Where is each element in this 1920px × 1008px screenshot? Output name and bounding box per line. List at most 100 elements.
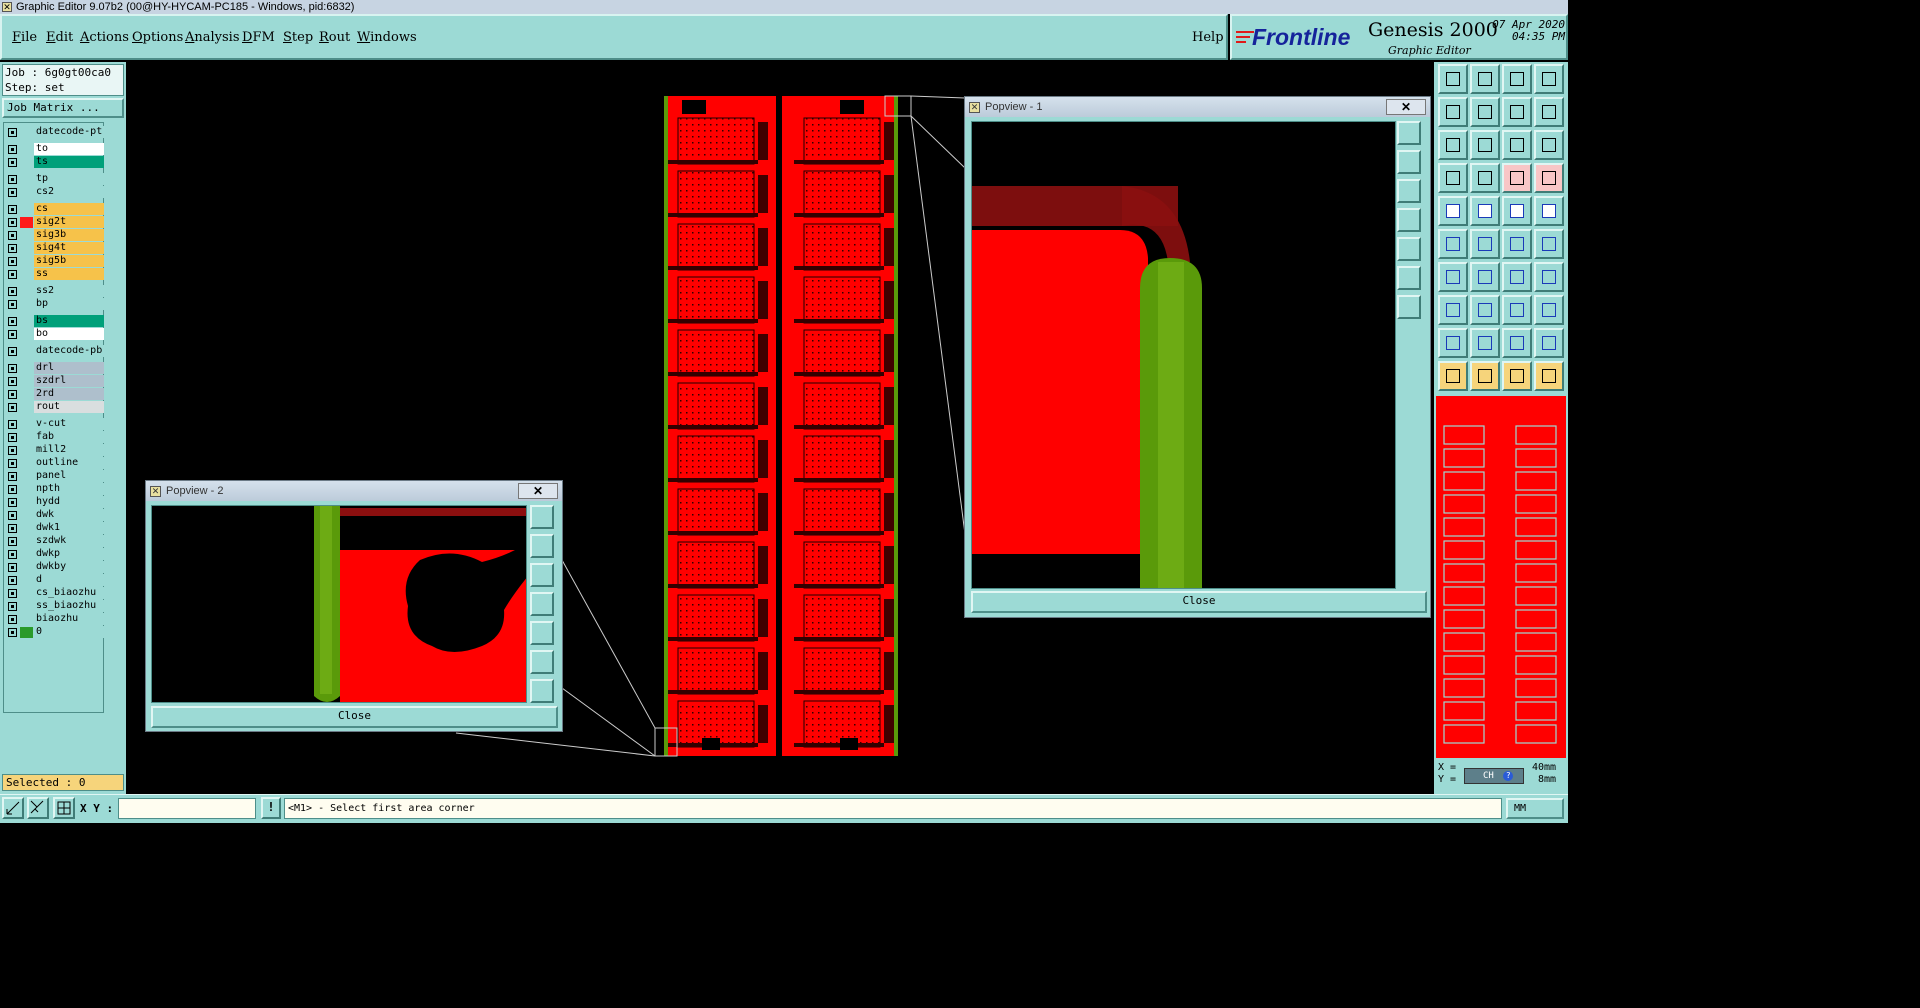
layer-color-swatch[interactable] bbox=[20, 230, 33, 241]
popview-1-close-button[interactable]: Close bbox=[971, 591, 1427, 613]
menu-edit[interactable]: Edit bbox=[46, 30, 73, 45]
layer-color-swatch[interactable] bbox=[20, 614, 33, 625]
help-book-button[interactable] bbox=[1534, 130, 1564, 160]
layer-row[interactable]: 0 bbox=[4, 626, 105, 639]
layer-row[interactable]: dwk bbox=[4, 509, 105, 522]
layer-checkbox[interactable] bbox=[8, 377, 17, 386]
layer-name[interactable]: ts bbox=[34, 156, 104, 168]
fit-button[interactable] bbox=[1438, 130, 1468, 160]
layer-color-swatch[interactable] bbox=[20, 562, 33, 573]
layer-color-swatch[interactable] bbox=[20, 471, 33, 482]
popview-zoom-window-button[interactable] bbox=[530, 505, 554, 529]
layer-color-swatch[interactable] bbox=[20, 588, 33, 599]
layer-row[interactable]: ts bbox=[4, 156, 105, 169]
menu-analysis[interactable]: Analysis bbox=[185, 30, 240, 45]
popview-fit-button[interactable] bbox=[530, 650, 554, 674]
layer-name[interactable]: ss2 bbox=[34, 285, 104, 297]
layer-row[interactable]: to bbox=[4, 143, 105, 156]
layer-row[interactable]: npth bbox=[4, 483, 105, 496]
layer-checkbox[interactable] bbox=[8, 511, 17, 520]
menu-dfm[interactable]: DFM bbox=[242, 30, 275, 45]
layer-row[interactable]: sig5b bbox=[4, 255, 105, 268]
layer-checkbox[interactable] bbox=[8, 347, 17, 356]
measure-tool-icon[interactable] bbox=[27, 797, 49, 819]
layer-name[interactable]: to bbox=[34, 143, 104, 155]
menu-windows[interactable]: Windows bbox=[357, 30, 417, 45]
layer-name[interactable]: sig3b bbox=[34, 229, 104, 241]
layer-name[interactable]: panel bbox=[34, 470, 104, 482]
layer-row[interactable]: ss2 bbox=[4, 285, 105, 298]
angle-button[interactable] bbox=[1438, 262, 1468, 292]
layer-color-swatch[interactable] bbox=[20, 346, 33, 357]
redo-button[interactable] bbox=[1470, 97, 1500, 127]
layer-checkbox[interactable] bbox=[8, 364, 17, 373]
layer-name[interactable]: tp bbox=[34, 173, 104, 185]
layer-name[interactable]: bp bbox=[34, 298, 104, 310]
layer-row[interactable]: sig4t bbox=[4, 242, 105, 255]
pointer-button[interactable] bbox=[1438, 361, 1468, 391]
layer-color-swatch[interactable] bbox=[20, 174, 33, 185]
layer-row[interactable]: cs_biaozhu bbox=[4, 587, 105, 600]
menu-actions[interactable]: Actions bbox=[80, 30, 129, 45]
layer-name[interactable]: outline bbox=[34, 457, 104, 469]
layer-row[interactable]: bp bbox=[4, 298, 105, 311]
layer-row[interactable]: cs2 bbox=[4, 186, 105, 199]
layer-row[interactable]: dwkp bbox=[4, 548, 105, 561]
move-button[interactable] bbox=[1502, 361, 1532, 391]
popview-center-button[interactable] bbox=[530, 679, 554, 703]
layer-checkbox[interactable] bbox=[8, 270, 17, 279]
layer-color-swatch[interactable] bbox=[20, 432, 33, 443]
layer-name[interactable]: hydd bbox=[34, 496, 104, 508]
delete-button[interactable] bbox=[1470, 229, 1500, 259]
layer-name[interactable]: cs2 bbox=[34, 186, 104, 198]
layer-checkbox[interactable] bbox=[8, 257, 17, 266]
split-node-button[interactable] bbox=[1534, 229, 1564, 259]
layer-color-swatch[interactable] bbox=[20, 458, 33, 469]
layer-name[interactable]: 0 bbox=[34, 626, 104, 638]
layer-row[interactable]: cs bbox=[4, 203, 105, 216]
layer-checkbox[interactable] bbox=[8, 188, 17, 197]
layer-checkbox[interactable] bbox=[8, 231, 17, 240]
layer-checkbox[interactable] bbox=[8, 287, 17, 296]
layer-row[interactable]: datecode-pb bbox=[4, 345, 105, 358]
rotate-button[interactable] bbox=[1502, 262, 1532, 292]
zoom-reset-button[interactable] bbox=[1502, 97, 1532, 127]
select-button[interactable] bbox=[1470, 361, 1500, 391]
popview-zoom-window-button[interactable] bbox=[1397, 121, 1421, 145]
layer-checkbox[interactable] bbox=[8, 498, 17, 507]
arc-button[interactable] bbox=[1470, 328, 1500, 358]
edit-button[interactable] bbox=[1438, 163, 1468, 193]
layer-name[interactable]: fab bbox=[34, 431, 104, 443]
layer-checkbox[interactable] bbox=[8, 537, 17, 546]
layer-name[interactable]: szdrl bbox=[34, 375, 104, 387]
layer-row[interactable]: sig3b bbox=[4, 229, 105, 242]
layer-checkbox[interactable] bbox=[8, 589, 17, 598]
popview-pan-left-button[interactable] bbox=[1397, 208, 1421, 232]
popview-center-button[interactable] bbox=[1397, 295, 1421, 319]
layer-name[interactable]: biaozhu bbox=[34, 613, 104, 625]
open-job-button[interactable] bbox=[1438, 64, 1468, 94]
layer-color-swatch[interactable] bbox=[20, 510, 33, 521]
layer-row[interactable]: hydd bbox=[4, 496, 105, 509]
layer-color-swatch[interactable] bbox=[20, 204, 33, 215]
layer-color-swatch[interactable] bbox=[20, 523, 33, 534]
layer-name[interactable]: d bbox=[34, 574, 104, 586]
pad-add-button[interactable] bbox=[1438, 196, 1468, 226]
grid-snap-button[interactable] bbox=[1470, 163, 1500, 193]
layer-color-swatch[interactable] bbox=[20, 243, 33, 254]
unit-mode-chip[interactable]: CH ? bbox=[1464, 768, 1524, 784]
layer-color-swatch[interactable] bbox=[20, 286, 33, 297]
layer-name[interactable]: bs bbox=[34, 315, 104, 327]
layer-color-swatch[interactable] bbox=[20, 363, 33, 374]
layer-checkbox[interactable] bbox=[8, 218, 17, 227]
menu-help[interactable]: Help bbox=[1192, 30, 1224, 45]
outline-button[interactable] bbox=[1534, 328, 1564, 358]
layer-row[interactable]: sig2t bbox=[4, 216, 105, 229]
home-button[interactable] bbox=[1502, 64, 1532, 94]
layer-name[interactable]: dwk bbox=[34, 509, 104, 521]
popview-zoom-in-button[interactable] bbox=[1397, 150, 1421, 174]
layer-name[interactable]: dwkby bbox=[34, 561, 104, 573]
layer-color-swatch[interactable] bbox=[20, 299, 33, 310]
layer-color-swatch[interactable] bbox=[20, 376, 33, 387]
popview-1-view[interactable] bbox=[971, 121, 1396, 589]
